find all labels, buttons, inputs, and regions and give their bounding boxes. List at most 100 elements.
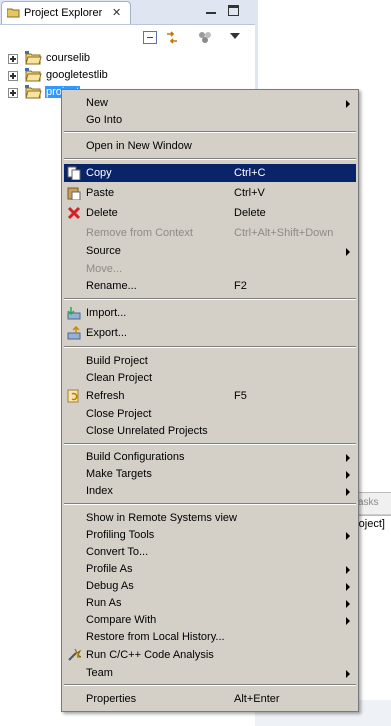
submenu-arrow-icon: [346, 454, 350, 462]
menu-item-close-unrelated-projects[interactable]: Close Unrelated Projects: [64, 422, 356, 440]
menu-item-export[interactable]: Export...: [64, 324, 356, 342]
menu-item-make-targets[interactable]: Make Targets: [64, 465, 356, 483]
link-with-editor-icon[interactable]: [165, 31, 179, 44]
menu-item-label: New: [86, 97, 109, 109]
delete-icon: [67, 206, 81, 220]
export-icon: [67, 326, 81, 340]
menu-item-label: Convert To...: [86, 546, 149, 558]
view-toolbar: [0, 25, 255, 49]
menu-item-shortcut: Ctrl+V: [234, 187, 265, 199]
menu-item-clean-project[interactable]: Clean Project: [64, 369, 356, 387]
menu-item-index[interactable]: Index: [64, 482, 356, 500]
menu-item-restore-from-local-history[interactable]: Restore from Local History...: [64, 628, 356, 646]
menu-item-label: Run C/C++ Code Analysis: [86, 649, 214, 661]
menu-item-label: Close Unrelated Projects: [86, 425, 208, 437]
import-icon: [67, 307, 81, 320]
menu-item-run-as[interactable]: Run As: [64, 594, 356, 612]
menu-item-label: Export...: [86, 327, 127, 339]
menu-item-paste[interactable]: Paste Ctrl+V: [64, 184, 356, 202]
view-menu-icon[interactable]: [230, 33, 240, 39]
tab-project-explorer[interactable]: Project Explorer ✕: [1, 1, 131, 24]
menu-item-open-in-new-window[interactable]: Open in New Window: [64, 137, 356, 155]
menu-item-team[interactable]: Team: [64, 664, 356, 682]
menu-item-label: Build Configurations: [86, 451, 185, 463]
menu-item-delete[interactable]: Delete Delete: [64, 204, 356, 222]
project-folder-icon: [25, 85, 42, 99]
menu-item-rename[interactable]: Rename... F2: [64, 277, 356, 295]
tree-item[interactable]: courselib: [0, 50, 255, 67]
submenu-arrow-icon: [346, 248, 350, 256]
menu-item-show-in-remote-systems-view[interactable]: Show in Remote Systems view: [64, 509, 356, 527]
menu-item-label: Remove from Context: [86, 227, 193, 239]
menu-item-label: Debug As: [86, 580, 134, 592]
menu-item-label: Open in New Window: [86, 140, 192, 152]
menu-item-shortcut: Delete: [234, 207, 266, 219]
paste-icon: [67, 187, 81, 200]
menu-item-label: Paste: [86, 187, 115, 199]
menu-item-shortcut: F2: [234, 280, 247, 292]
focus-icon[interactable]: [198, 31, 212, 44]
menu-item-properties[interactable]: Properties Alt+Enter: [64, 690, 356, 708]
menu-item-label: Rename...: [86, 280, 137, 292]
menu-item-label: Close Project: [86, 408, 152, 420]
minimize-button[interactable]: [205, 5, 217, 16]
menu-item-new[interactable]: New: [64, 94, 356, 112]
submenu-arrow-icon: [346, 670, 350, 678]
menu-item-label: Refresh: [86, 390, 125, 402]
menu-item-run-c-c-code-analysis[interactable]: Run C/C++ Code Analysis: [64, 646, 356, 664]
menu-separator: [64, 443, 356, 445]
menu-item-close-project[interactable]: Close Project: [64, 405, 356, 423]
project-folder-icon: [25, 51, 42, 65]
menu-item-build-project[interactable]: Build Project: [64, 352, 356, 370]
menu-item-label: Properties: [86, 693, 137, 705]
collapse-all-icon[interactable]: [143, 31, 157, 44]
menu-item-debug-as[interactable]: Debug As: [64, 577, 356, 595]
menu-item-refresh[interactable]: Refresh F5: [64, 387, 356, 405]
expand-icon[interactable]: [8, 71, 18, 81]
menu-item-label: Copy: [86, 167, 112, 179]
menu-item-shortcut: Ctrl+C: [234, 167, 266, 179]
maximize-button[interactable]: [228, 5, 239, 16]
tasks-tab-label: asks: [358, 497, 379, 508]
menu-item-copy[interactable]: Copy Ctrl+C: [64, 164, 356, 182]
copy-icon: [67, 166, 81, 180]
submenu-arrow-icon: [346, 600, 350, 608]
menu-item-compare-with[interactable]: Compare With: [64, 611, 356, 629]
menu-item-label: Compare With: [86, 614, 157, 626]
menu-item-label: Source: [86, 245, 121, 257]
menu-item-profiling-tools[interactable]: Profiling Tools: [64, 526, 356, 544]
expand-icon[interactable]: [8, 88, 18, 98]
menu-separator: [64, 131, 356, 133]
expand-icon[interactable]: [8, 54, 18, 64]
menu-item-shortcut: Alt+Enter: [234, 693, 280, 705]
menu-item-profile-as[interactable]: Profile As: [64, 560, 356, 578]
tree-item-label: googletestlib: [46, 69, 108, 81]
context-menu: New Go Into Open in New Window Copy Ctrl+C Pa…: [61, 89, 359, 712]
close-icon[interactable]: ✕: [112, 6, 121, 19]
submenu-arrow-icon: [346, 100, 350, 108]
tree-item[interactable]: googletestlib: [0, 67, 255, 84]
menu-separator: [64, 298, 356, 300]
menu-item-move: Move...: [64, 260, 356, 278]
menu-item-go-into[interactable]: Go Into: [64, 111, 356, 129]
menu-separator: [64, 158, 356, 160]
submenu-arrow-icon: [346, 566, 350, 574]
menu-item-label: Build Project: [86, 355, 148, 367]
view-tab-bar: Project Explorer ✕: [0, 0, 255, 25]
menu-separator: [64, 503, 356, 505]
menu-item-label: Restore from Local History...: [86, 631, 225, 643]
submenu-arrow-icon: [346, 471, 350, 479]
code-analysis-icon: [68, 648, 81, 661]
menu-item-source[interactable]: Source: [64, 242, 356, 260]
menu-item-label: Run As: [86, 597, 122, 609]
menu-item-build-configurations[interactable]: Build Configurations: [64, 448, 356, 466]
menu-item-shortcut: Ctrl+Alt+Shift+Down: [234, 227, 334, 239]
menu-item-convert-to[interactable]: Convert To...: [64, 543, 356, 561]
menu-item-import[interactable]: Import...: [64, 304, 356, 322]
menu-item-remove-from-context: Remove from Context Ctrl+Alt+Shift+Down: [64, 224, 356, 242]
project-folder-icon: [25, 68, 42, 82]
tab-title: Project Explorer: [24, 7, 103, 19]
menu-separator: [64, 346, 356, 348]
menu-item-label: Profiling Tools: [86, 529, 155, 541]
submenu-arrow-icon: [346, 532, 350, 540]
